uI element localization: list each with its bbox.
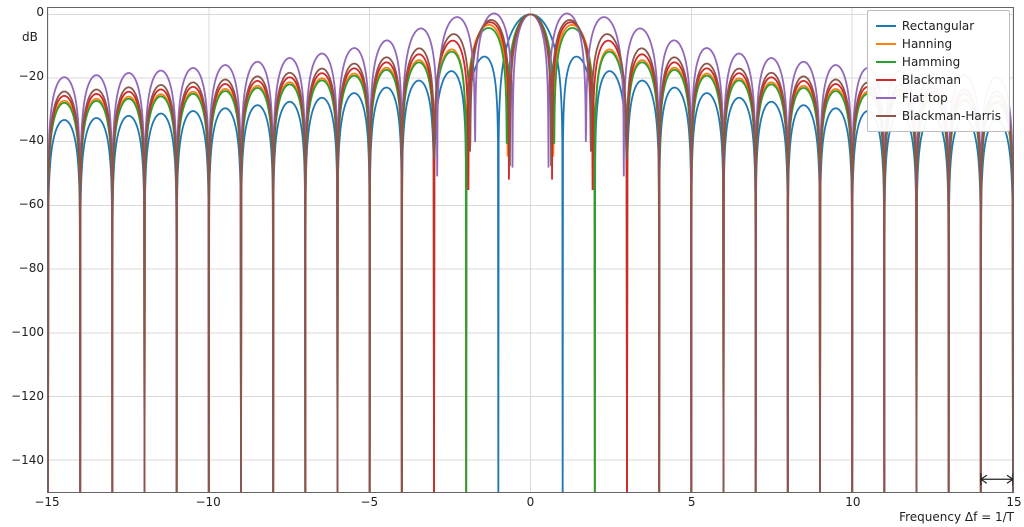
legend-item: Blackman-Harris xyxy=(876,107,1001,125)
x-tick-label: 10 xyxy=(845,495,860,509)
legend-label: Flat top xyxy=(902,91,948,105)
x-tick-label: 5 xyxy=(688,495,696,509)
y-tick-label: −60 xyxy=(4,197,44,211)
legend-item: Rectangular xyxy=(876,17,1001,35)
y-tick-label: −80 xyxy=(4,261,44,275)
legend-swatch xyxy=(876,79,896,81)
legend-label: Hanning xyxy=(902,37,952,51)
legend-swatch xyxy=(876,25,896,27)
legend-item: Blackman xyxy=(876,71,1001,89)
legend-label: Blackman xyxy=(902,73,961,87)
x-tick-label: 0 xyxy=(527,495,535,509)
y-tick-label: −120 xyxy=(4,389,44,403)
interval-marker xyxy=(981,473,1013,485)
y-tick-label: −100 xyxy=(4,325,44,339)
legend-swatch xyxy=(876,43,896,45)
y-tick-label: −140 xyxy=(4,453,44,467)
x-axis-label: Frequency Δf = 1/T xyxy=(899,510,1014,524)
legend-swatch xyxy=(876,61,896,63)
x-tick-label: −15 xyxy=(34,495,59,509)
y-tick-label: −20 xyxy=(4,69,44,83)
y-tick-label: −40 xyxy=(4,133,44,147)
x-tick-label: 15 xyxy=(1006,495,1021,509)
legend-swatch xyxy=(876,97,896,99)
y-tick-label: 0 xyxy=(4,5,44,19)
x-tick-label: −10 xyxy=(195,495,220,509)
legend-item: Flat top xyxy=(876,89,1001,107)
legend-item: Hamming xyxy=(876,53,1001,71)
legend-label: Hamming xyxy=(902,55,960,69)
legend-item: Hanning xyxy=(876,35,1001,53)
window-spectra-chart: dB Frequency Δf = 1/T 0−20−40−60−80−100−… xyxy=(0,0,1024,527)
legend-label: Blackman-Harris xyxy=(902,109,1001,123)
legend-swatch xyxy=(876,115,896,117)
legend-label: Rectangular xyxy=(902,19,974,33)
y-axis-label: dB xyxy=(22,30,38,44)
x-tick-label: −5 xyxy=(360,495,378,509)
legend: Rectangular Hanning Hamming Blackman Flat to… xyxy=(867,10,1010,132)
